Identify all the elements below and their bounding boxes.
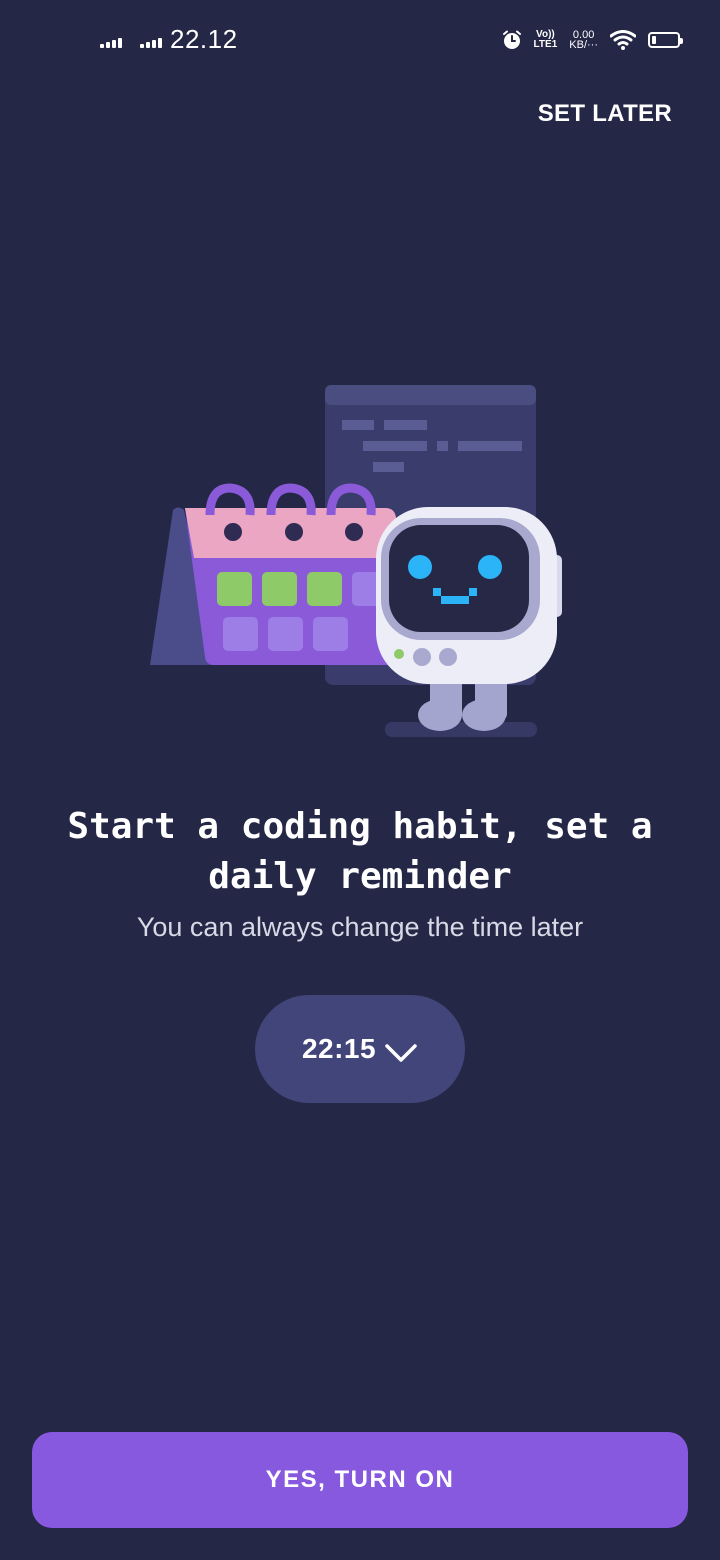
signal-icon: [100, 36, 122, 48]
robot: [376, 507, 562, 684]
turn-on-reminder-button[interactable]: YES, TURN ON: [32, 1432, 688, 1528]
code-window-bar: [325, 385, 536, 405]
reminder-time-value: 22:15: [301, 1033, 377, 1064]
wifi-icon: [610, 30, 636, 50]
alarm-icon: [502, 30, 521, 49]
robot-shadow: [385, 722, 537, 737]
reminder-time-picker[interactable]: 22:15: [255, 995, 465, 1103]
status-time: 22.12: [170, 24, 238, 54]
calendar-robot-illustration: [150, 385, 562, 737]
page-subtitle: You can always change the time later: [136, 912, 584, 942]
status-icons: Vo)) LTE1 0.00 KB/···: [502, 26, 683, 54]
signal-icon: [140, 36, 162, 48]
volte-icon: Vo)) LTE1: [533, 29, 558, 50]
network-speed: 0.00 KB/···: [569, 29, 598, 51]
status-bar: 22.12 Vo)) LTE1 0.00 KB/···: [0, 0, 720, 80]
page-title: Start a coding habit, set a daily remind…: [67, 806, 653, 897]
robot-eye: [478, 555, 502, 579]
set-later-button[interactable]: SET LATER: [538, 100, 672, 128]
robot-eye: [408, 555, 432, 579]
battery-icon: [648, 32, 683, 48]
battery-level: [652, 36, 656, 44]
chevron-down-icon: [385, 1044, 417, 1062]
